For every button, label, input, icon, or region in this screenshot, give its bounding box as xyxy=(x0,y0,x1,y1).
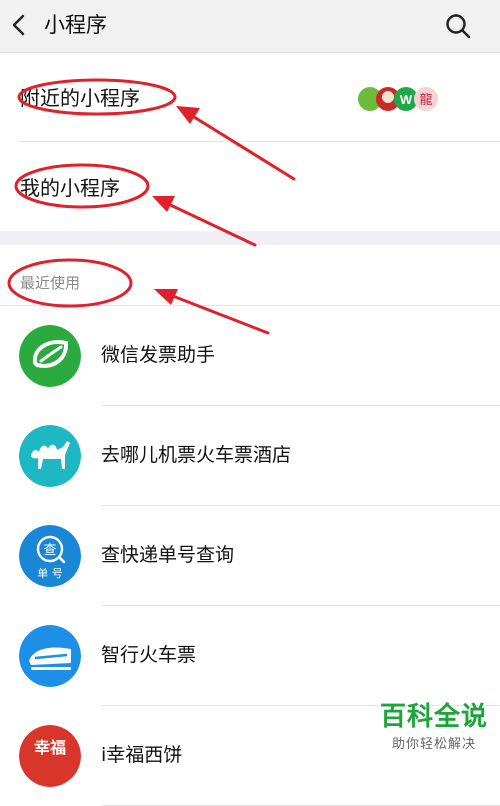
svg-text:龍: 龍 xyxy=(419,92,432,108)
nearby-mini-programs-label: 附近的小程序 xyxy=(20,86,140,110)
watermark: 百科全说 助你轻松解决 xyxy=(380,696,488,752)
express-query-icon: 查 单 号 xyxy=(19,525,81,587)
camel-icon xyxy=(19,425,81,487)
top-bar: 小程序 xyxy=(0,0,500,53)
svg-text:查: 查 xyxy=(43,543,56,558)
recent-section-title: 最近使用 xyxy=(20,274,81,292)
watermark-subtitle: 助你轻松解决 xyxy=(391,737,476,752)
section-gap xyxy=(0,231,500,245)
app-name: 微信发票助手 xyxy=(101,344,216,366)
back-arrow-icon[interactable] xyxy=(8,12,32,38)
my-mini-programs-label: 我的小程序 xyxy=(20,176,120,200)
search-icon[interactable] xyxy=(444,12,472,40)
list-item[interactable]: 智行火车票 xyxy=(0,606,500,706)
svg-text:W: W xyxy=(400,92,413,107)
page-title: 小程序 xyxy=(44,13,107,37)
my-mini-programs-row[interactable]: 我的小程序 xyxy=(0,142,500,231)
app-name: 智行火车票 xyxy=(101,644,197,666)
list-item[interactable]: 去哪儿机票火车票酒店 xyxy=(0,406,500,506)
nearby-app-icons: W 龍 xyxy=(358,87,438,111)
list-item[interactable]: 微信发票助手 xyxy=(0,306,500,406)
svg-text:幸福: 幸福 xyxy=(34,738,66,757)
watermark-title: 百科全说 xyxy=(379,702,488,732)
app-name: 去哪儿机票火车票酒店 xyxy=(101,444,292,466)
recent-section-header: 最近使用 xyxy=(0,245,500,306)
train-icon xyxy=(19,625,81,687)
nearby-mini-programs-row[interactable]: 附近的小程序 W 龍 xyxy=(0,53,500,141)
list-item[interactable]: 查 单 号 查快递单号查询 xyxy=(0,506,500,606)
leaf-icon xyxy=(19,325,81,387)
cake-brand-icon: 幸福 xyxy=(19,725,81,787)
app-name: 查快递单号查询 xyxy=(101,544,235,566)
app-name: i幸福西饼 xyxy=(101,744,183,766)
svg-text:单 号: 单 号 xyxy=(37,567,63,580)
